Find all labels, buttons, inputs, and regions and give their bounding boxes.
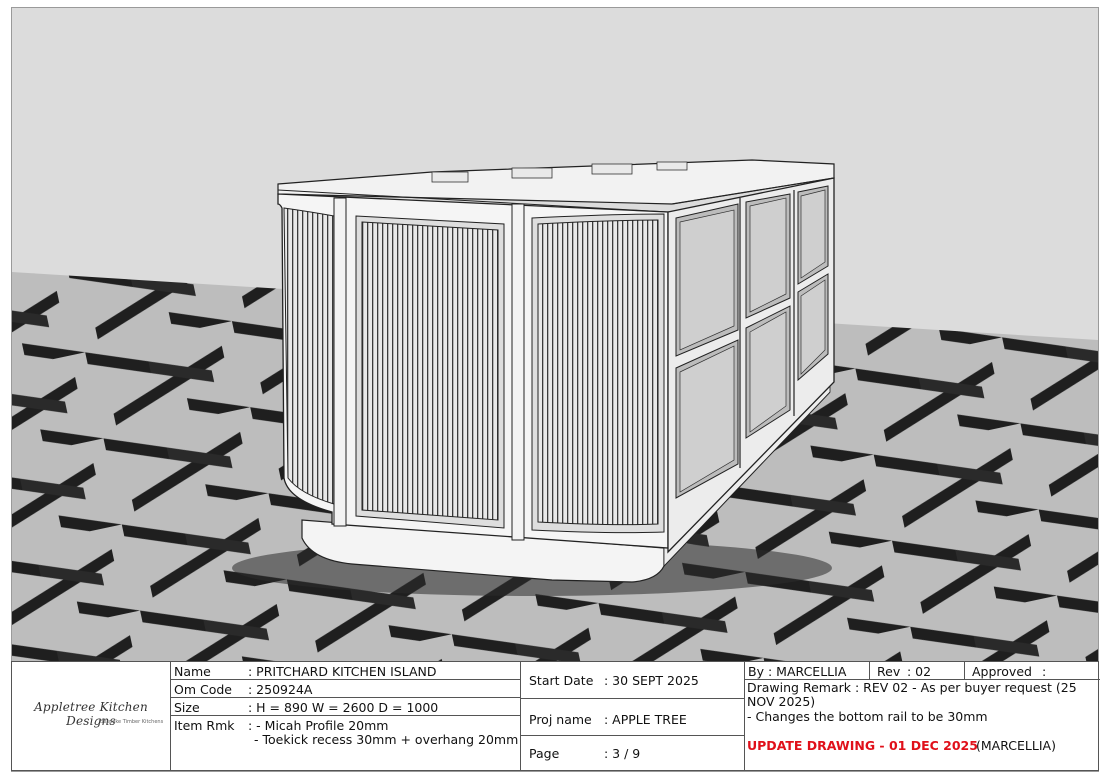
approved-label: Approved (972, 664, 1032, 679)
kitchen-island-render (12, 8, 1098, 662)
project-name-label: Proj name (529, 712, 592, 727)
project-name-value: : APPLE TREE (604, 712, 687, 727)
drawing-remark-line-3: - Changes the bottom rail to be 30mm (747, 709, 988, 724)
revision-value: : 02 (907, 664, 932, 679)
page-label: Page (529, 746, 560, 761)
drawn-by-label: By (748, 664, 764, 679)
update-drawing-author: (MARCELLIA) (976, 738, 1056, 753)
om-code-label: Om Code (174, 682, 232, 697)
start-date-label: Start Date (529, 673, 594, 688)
name-label: Name (174, 664, 211, 679)
start-date-value: : 30 SEPT 2025 (604, 673, 699, 688)
revision-label: Rev (877, 664, 901, 679)
drawing-remark-line-1: Drawing Remark : REV 02 - As per buyer r… (747, 680, 1077, 695)
title-block: Appletree Kitchen Designs Bespoke Timber… (11, 661, 1100, 771)
approved-value: : (1042, 664, 1047, 679)
drawing-remark-line-2: NOV 2025) (747, 694, 816, 709)
render-viewport (12, 8, 1098, 662)
size-value: : H = 890 W = 2600 D = 1000 (248, 700, 439, 715)
update-drawing-notice: UPDATE DRAWING - 01 DEC 2025 (747, 738, 978, 753)
item-remark-line-1: : - Micah Profile 20mm (248, 718, 389, 733)
page-value: : 3 / 9 (604, 746, 641, 761)
logo-area: Appletree Kitchen Designs Bespoke Timber… (12, 662, 170, 770)
item-remark-label: Item Rmk (174, 718, 235, 733)
company-tagline: Bespoke Timber Kitchens (100, 719, 164, 725)
item-remark-line-2: - Toekick recess 30mm + overhang 20mm (254, 732, 519, 747)
name-value: : PRITCHARD KITCHEN ISLAND (248, 664, 437, 679)
om-code-value: : 250924A (248, 682, 313, 697)
drawn-by-value: : MARCELLIA (768, 664, 847, 679)
size-label: Size (174, 700, 200, 715)
